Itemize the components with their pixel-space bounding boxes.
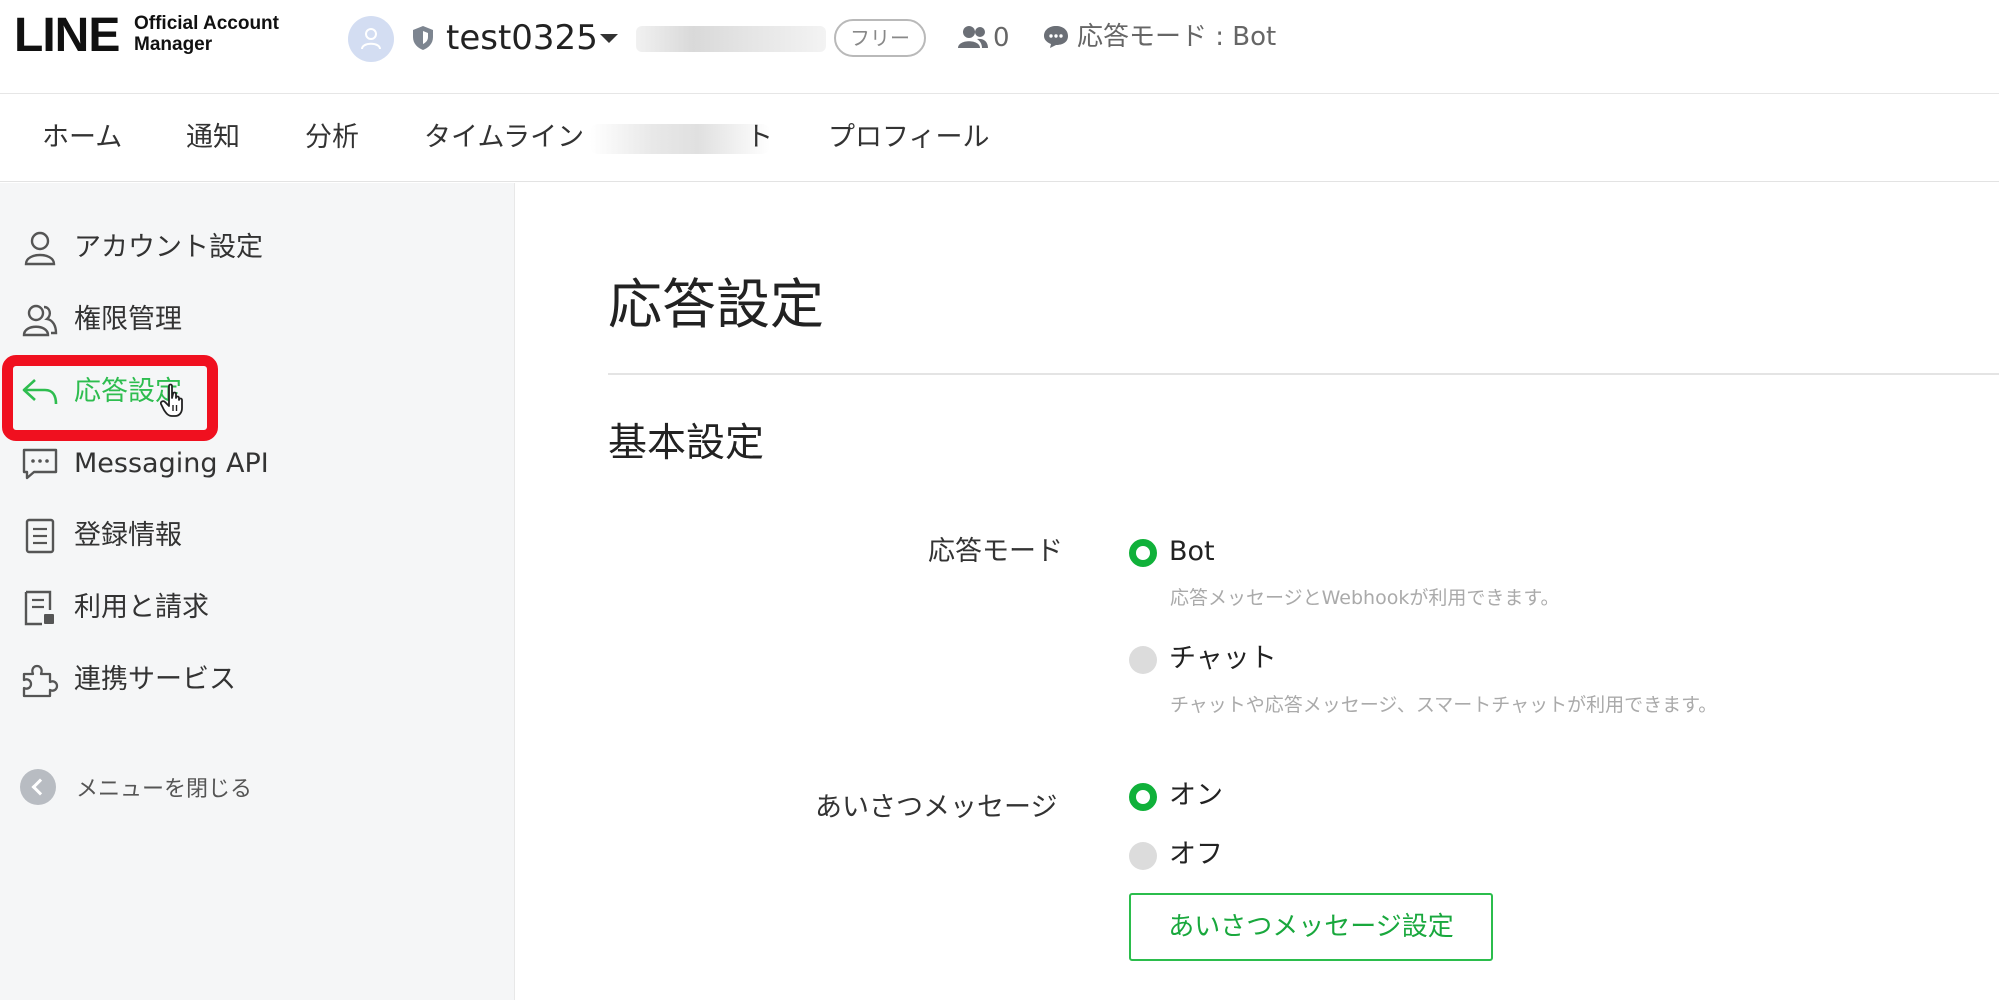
- section-title-basic-settings: 基本設定: [608, 421, 765, 466]
- greeting-message-label: あいさつメッセージ: [815, 792, 1058, 823]
- logo-subtitle: Official Account Manager: [134, 13, 279, 55]
- response-mode-status[interactable]: 応答モード : Bot: [1077, 19, 1276, 55]
- hand-cursor-icon: [160, 383, 183, 417]
- main-nav: ホーム 通知 分析 タイムライン ト プロフィール: [0, 94, 1999, 182]
- friend-count: 0: [993, 23, 1010, 53]
- radio-greeting-on[interactable]: [1129, 783, 1157, 811]
- plan-badge: フリー: [834, 19, 926, 57]
- radio-bot[interactable]: [1129, 539, 1157, 567]
- sidebar-item-label: 連携サービス: [74, 664, 236, 695]
- account-id-blurred: [636, 26, 826, 52]
- shield-icon: [413, 26, 433, 50]
- top-header: LINE Official Account Manager test0325 フ…: [0, 0, 1999, 94]
- sidebar-item-registration-info[interactable]: 登録情報: [20, 514, 182, 558]
- page-title: 応答設定: [608, 273, 824, 336]
- account-avatar[interactable]: [348, 16, 394, 62]
- sidebar-item-usage-billing[interactable]: 利用と請求: [20, 586, 209, 630]
- bill-icon: [20, 588, 60, 628]
- logo-subtitle-line1: Official Account: [134, 13, 279, 34]
- radio-greeting-on-label[interactable]: オン: [1169, 777, 1223, 815]
- chat-bubble-icon: [1044, 26, 1068, 48]
- radio-greeting-off[interactable]: [1129, 842, 1157, 870]
- sidebar-item-messaging-api[interactable]: Messaging API: [20, 442, 269, 486]
- nav-analytics[interactable]: 分析: [305, 118, 359, 158]
- nav-profile[interactable]: プロフィール: [828, 118, 989, 158]
- radio-greeting-off-label[interactable]: オフ: [1169, 836, 1223, 874]
- settings-sidebar: アカウント設定 権限管理 応答設定 Messaging API 登録情報 利用と…: [0, 183, 515, 1000]
- friends-icon: [958, 26, 988, 48]
- radio-chat-label[interactable]: チャット: [1169, 640, 1277, 678]
- nav-timeline[interactable]: タイムライン: [424, 118, 584, 158]
- account-name[interactable]: test0325: [446, 16, 598, 60]
- collapse-menu-button[interactable]: メニューを閉じる: [20, 769, 252, 805]
- sidebar-item-label: Messaging API: [74, 448, 269, 479]
- collapse-menu-label: メニューを閉じる: [76, 777, 253, 802]
- person-icon: [20, 228, 60, 268]
- nav-home[interactable]: ホーム: [42, 118, 122, 158]
- avatar-person-icon: [361, 28, 381, 50]
- chevron-left-icon: [20, 769, 56, 805]
- radio-bot-label[interactable]: Bot: [1169, 533, 1215, 571]
- nav-notifications[interactable]: 通知: [186, 118, 240, 158]
- puzzle-icon: [20, 660, 60, 700]
- greeting-settings-button[interactable]: あいさつメッセージ設定: [1129, 893, 1493, 961]
- sidebar-item-integrations[interactable]: 連携サービス: [20, 658, 236, 702]
- bot-hint: 応答メッセージとWebhookが利用できます。: [1170, 587, 1560, 609]
- chat-hint: チャットや応答メッセージ、スマートチャットが利用できます。: [1170, 694, 1718, 716]
- sidebar-item-label: 権限管理: [74, 304, 182, 335]
- document-icon: [20, 516, 60, 556]
- sidebar-item-account-settings[interactable]: アカウント設定: [20, 226, 263, 270]
- logo-subtitle-line2: Manager: [134, 34, 213, 55]
- sidebar-item-label: 登録情報: [74, 520, 182, 551]
- sidebar-item-label: アカウント設定: [74, 232, 263, 263]
- nav-blurred-region: [590, 124, 770, 154]
- nav-partial-item[interactable]: ト: [746, 118, 773, 158]
- radio-chat[interactable]: [1129, 646, 1157, 674]
- chat-dots-icon: [20, 444, 60, 484]
- sidebar-item-label: 利用と請求: [74, 592, 209, 623]
- chevron-down-icon[interactable]: [600, 34, 618, 43]
- title-divider: [608, 373, 1999, 375]
- response-mode-label: 応答モード: [928, 536, 1063, 567]
- users-icon: [20, 300, 60, 340]
- sidebar-item-permissions[interactable]: 権限管理: [20, 298, 182, 342]
- line-logo[interactable]: LINE: [14, 10, 120, 62]
